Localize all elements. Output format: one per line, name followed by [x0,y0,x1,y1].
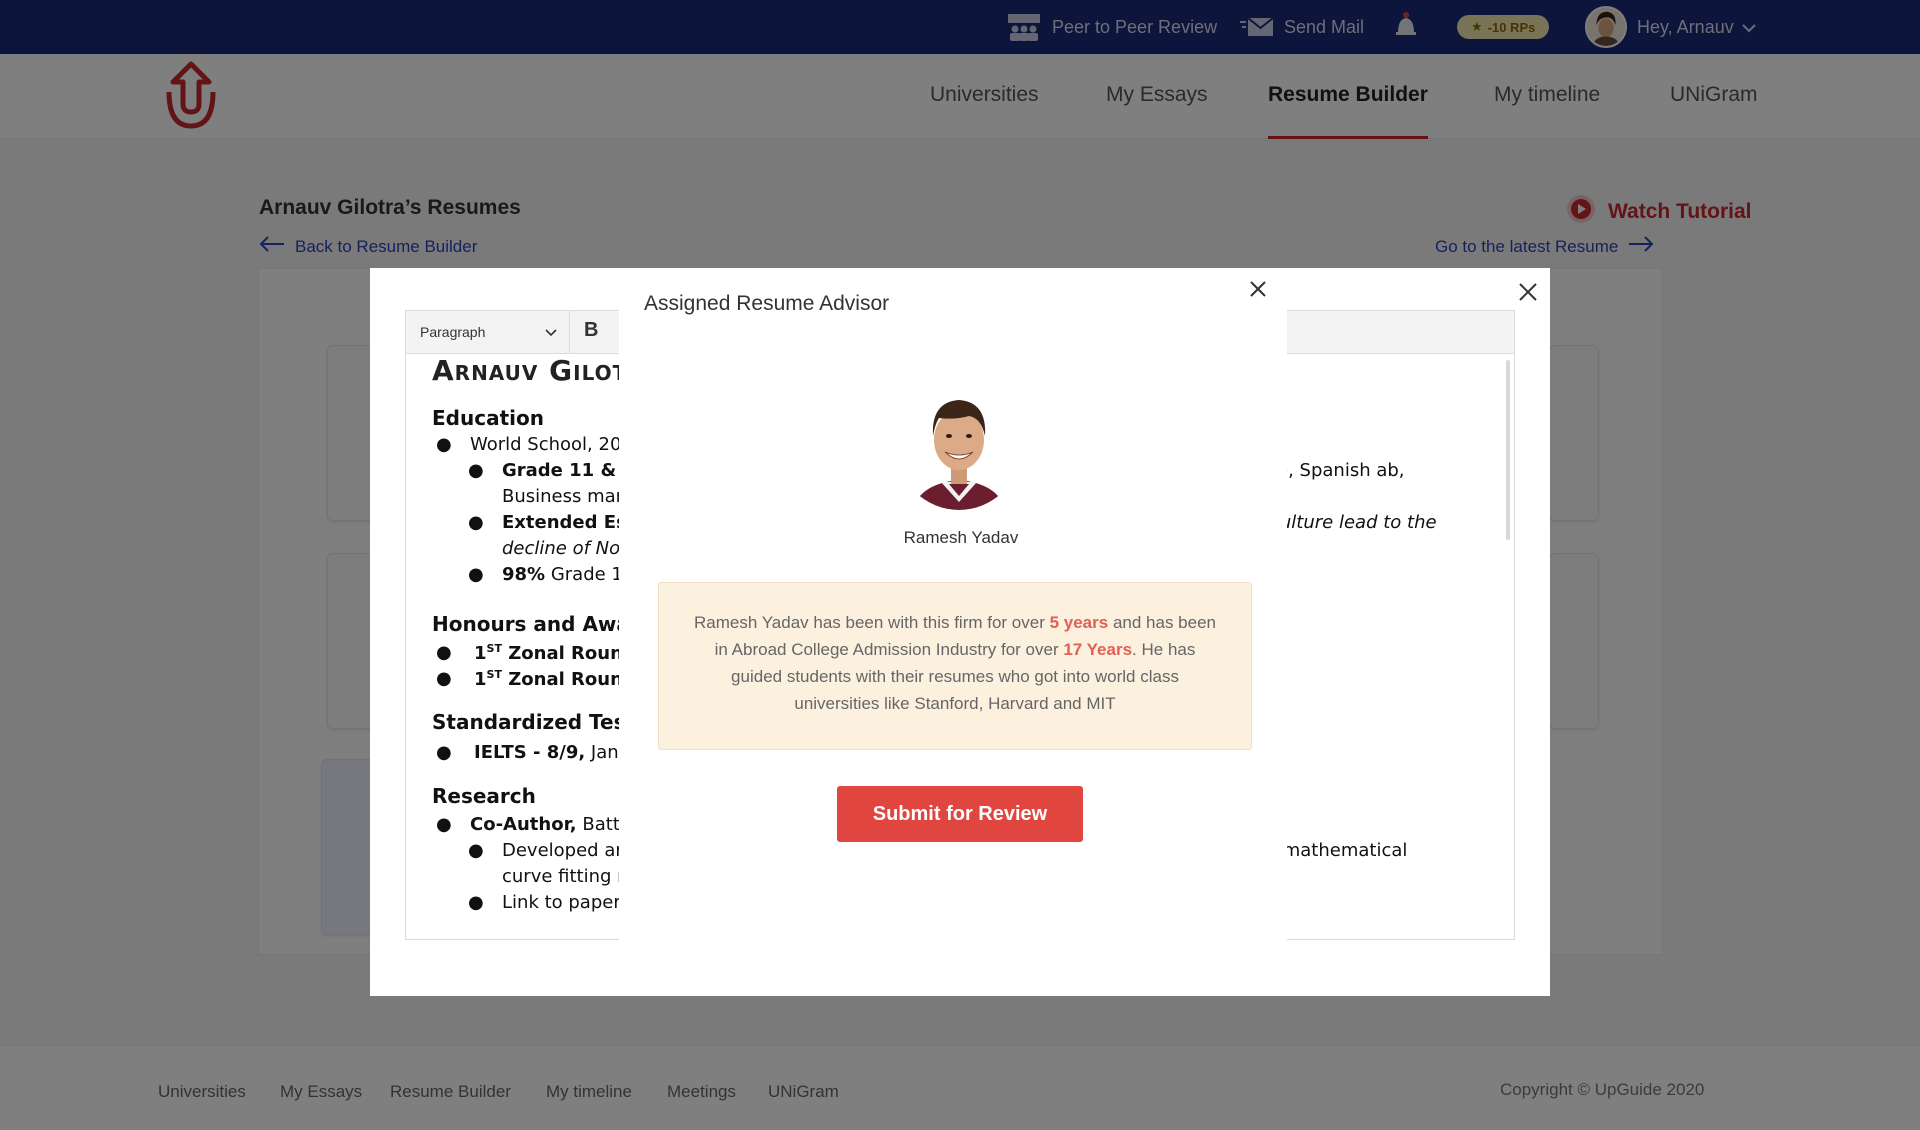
scrollbar[interactable] [1506,360,1510,540]
submit-for-review-button[interactable]: Submit for Review [837,786,1083,842]
coauthor-bold: Co-Author, [470,814,577,835]
bullet: ● [436,434,452,455]
advisor-photo [897,386,1021,510]
close-icon[interactable] [1249,280,1267,303]
resume-line: Business man [502,486,628,507]
resume-line: World School, 20 [470,434,622,455]
bullet: ● [468,564,484,585]
resume-line: 1ST Zonal Round, [474,642,643,664]
assigned-advisor-modal: Assigned Resume Advisor Ramesh Yadav Ram… [619,268,1287,996]
resume-line: Extended Ess [502,512,638,533]
resume-line: Grade 11 & 1 [502,460,635,481]
bullet: ● [468,512,484,533]
paragraph-select-value: Paragraph [420,324,486,340]
bullet: ● [436,642,452,663]
section-heading: Standardized Tests [432,710,647,734]
bold-button[interactable]: B [584,319,598,342]
paragraph-select[interactable]: Paragraph [406,311,570,353]
pct-bold: 98% [502,564,546,585]
bullet: ● [436,668,452,689]
resume-line: Link to paper [502,892,621,913]
bullet: ● [436,742,452,763]
desc-part: Ramesh Yadav has been with this firm for… [694,613,1050,632]
resume-line: l mathematical [1272,840,1408,861]
chevron-down-icon [545,325,557,341]
ielts-bold: IELTS - 8/9, [474,742,586,763]
resume-line: re, Spanish ab, [1270,460,1405,481]
close-icon[interactable] [1518,282,1538,307]
resume-line: IELTS - 8/9, Janu [474,742,630,763]
resume-name: Arnauv Gilotr [432,354,644,387]
resume-line: Co-Author, Battle [470,814,636,835]
resume-line: 98% Grade 10 [502,564,634,585]
resume-line: Developed ar [502,840,623,861]
bullet: ● [436,814,452,835]
advisor-name: Ramesh Yadav [903,528,1019,547]
years-industry: 17 Years [1063,640,1133,659]
resume-line: 1ST Zonal Round, [474,668,643,690]
bullet: ● [468,892,484,913]
bullet: ● [468,840,484,861]
section-heading: Education [432,406,544,430]
advisor-description: Ramesh Yadav has been with this firm for… [658,582,1252,750]
years-firm: 5 years [1049,613,1109,632]
modal-title: Assigned Resume Advisor [644,292,890,315]
resume-line: decline of No [502,538,621,559]
resume-line: curve fitting r [502,866,625,887]
bullet: ● [468,460,484,481]
section-heading: Research [432,784,536,808]
